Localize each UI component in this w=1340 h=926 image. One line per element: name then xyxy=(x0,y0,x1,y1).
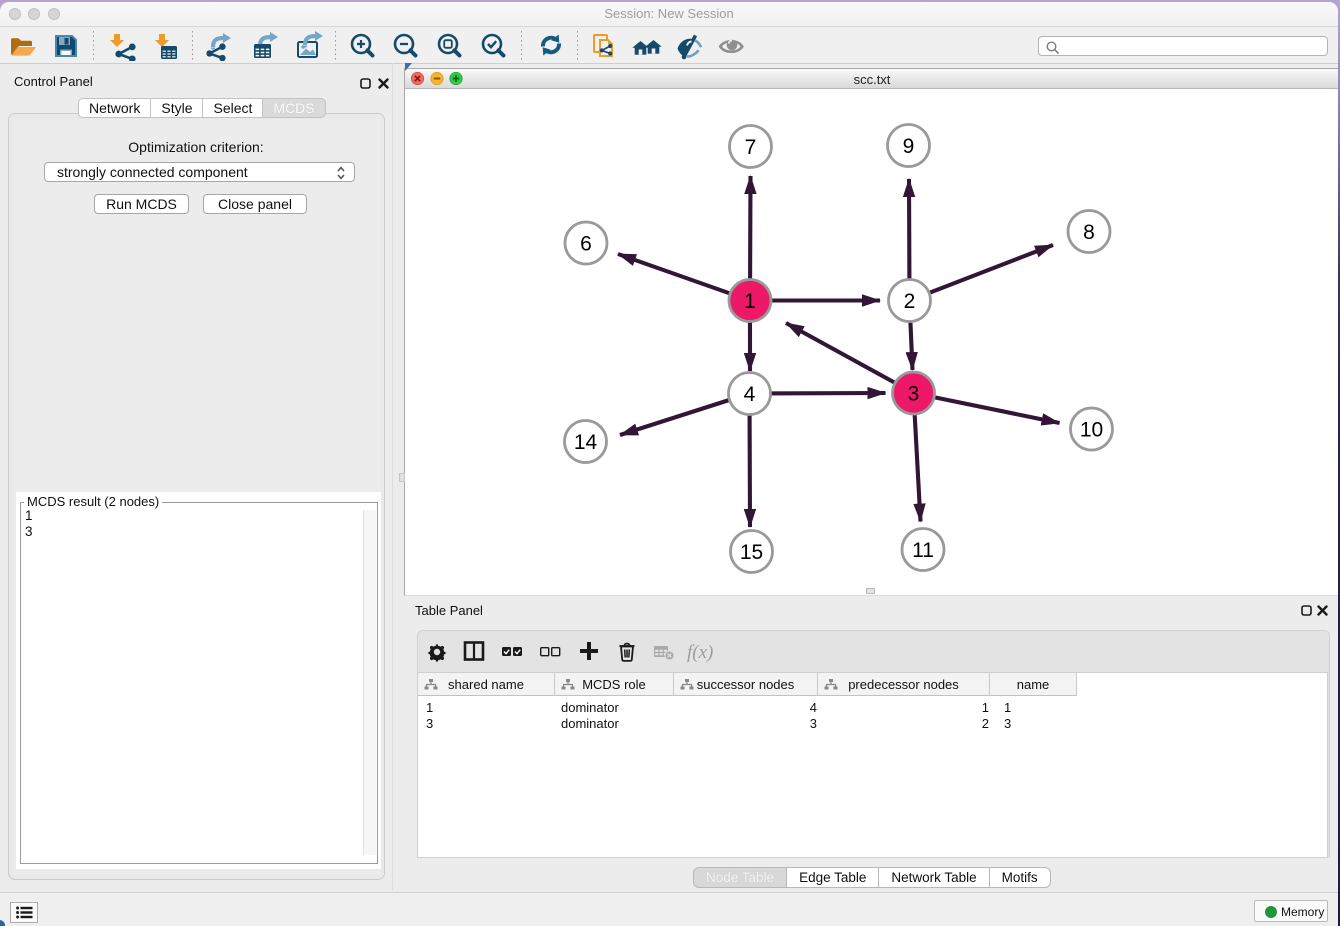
svg-text:7: 7 xyxy=(745,136,757,159)
svg-text:2: 2 xyxy=(904,290,916,313)
svg-text:1: 1 xyxy=(744,290,756,313)
svg-text:14: 14 xyxy=(574,431,598,454)
svg-text:8: 8 xyxy=(1083,221,1095,244)
svg-text:10: 10 xyxy=(1080,419,1103,442)
svg-text:6: 6 xyxy=(580,233,592,256)
svg-text:3: 3 xyxy=(908,383,920,406)
svg-text:4: 4 xyxy=(744,383,756,406)
svg-text:9: 9 xyxy=(903,135,915,158)
svg-text:f(x): f(x) xyxy=(687,642,713,663)
svg-text:15: 15 xyxy=(740,541,763,564)
svg-text:11: 11 xyxy=(912,539,934,562)
